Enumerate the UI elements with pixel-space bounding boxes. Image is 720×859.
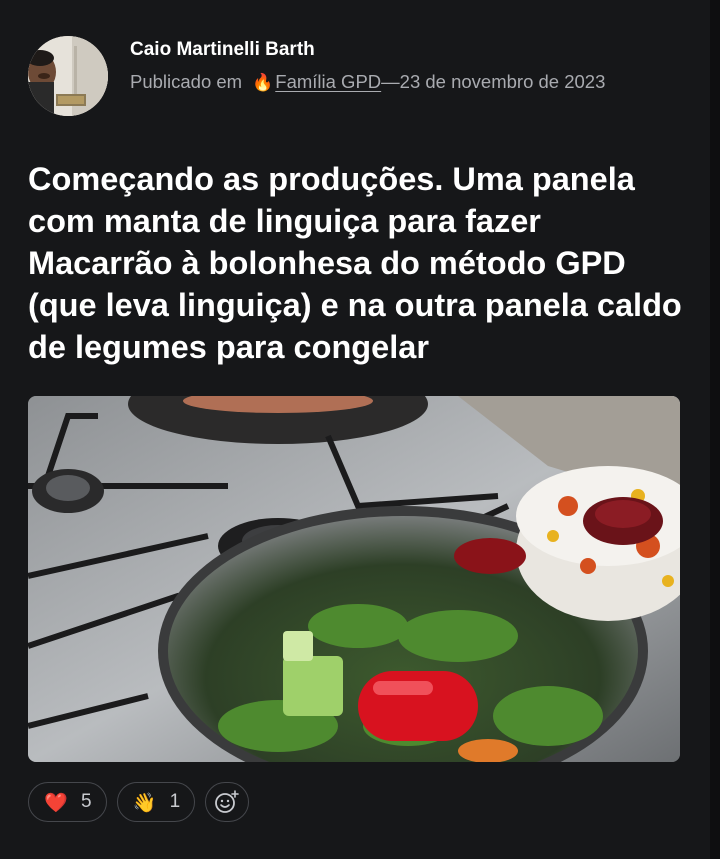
author-name[interactable]: Caio Martinelli Barth xyxy=(130,38,650,62)
red-heart-emoji-icon: ❤️ xyxy=(44,791,68,814)
avatar-photo xyxy=(28,36,108,116)
post-title: Começando as produções. Uma panela com m… xyxy=(28,161,682,365)
add-reaction-icon xyxy=(215,790,239,813)
reaction-wave[interactable]: 👋 1 xyxy=(116,782,196,822)
reaction-heart[interactable]: ❤️ 5 xyxy=(28,782,107,822)
reaction-count: 1 xyxy=(169,791,181,812)
post-card: Caio Martinelli Barth Publicado em 🔥 Famíl… xyxy=(0,0,710,859)
reactions-bar: ❤️ 5 👋 1 xyxy=(28,782,250,826)
scroll-gutter xyxy=(710,0,720,859)
avatar[interactable] xyxy=(28,36,108,116)
published-prefix: Publicado em xyxy=(130,71,243,92)
waving-hand-emoji-icon: 👋 xyxy=(132,791,157,814)
post-image[interactable] xyxy=(28,396,680,762)
post-header: Caio Martinelli Barth Publicado em 🔥 Famíl… xyxy=(130,38,650,99)
fire-icon: 🔥 xyxy=(252,73,274,92)
community-link[interactable]: Família GPD xyxy=(275,71,381,92)
add-reaction-button[interactable] xyxy=(205,782,250,822)
reaction-count: 5 xyxy=(81,791,92,812)
post-date: —23 de novembro de 2023 xyxy=(381,71,606,92)
stove-pots-photo xyxy=(28,396,680,762)
post-meta: Publicado em 🔥 Família GPD—23 de novembro … xyxy=(130,66,650,99)
